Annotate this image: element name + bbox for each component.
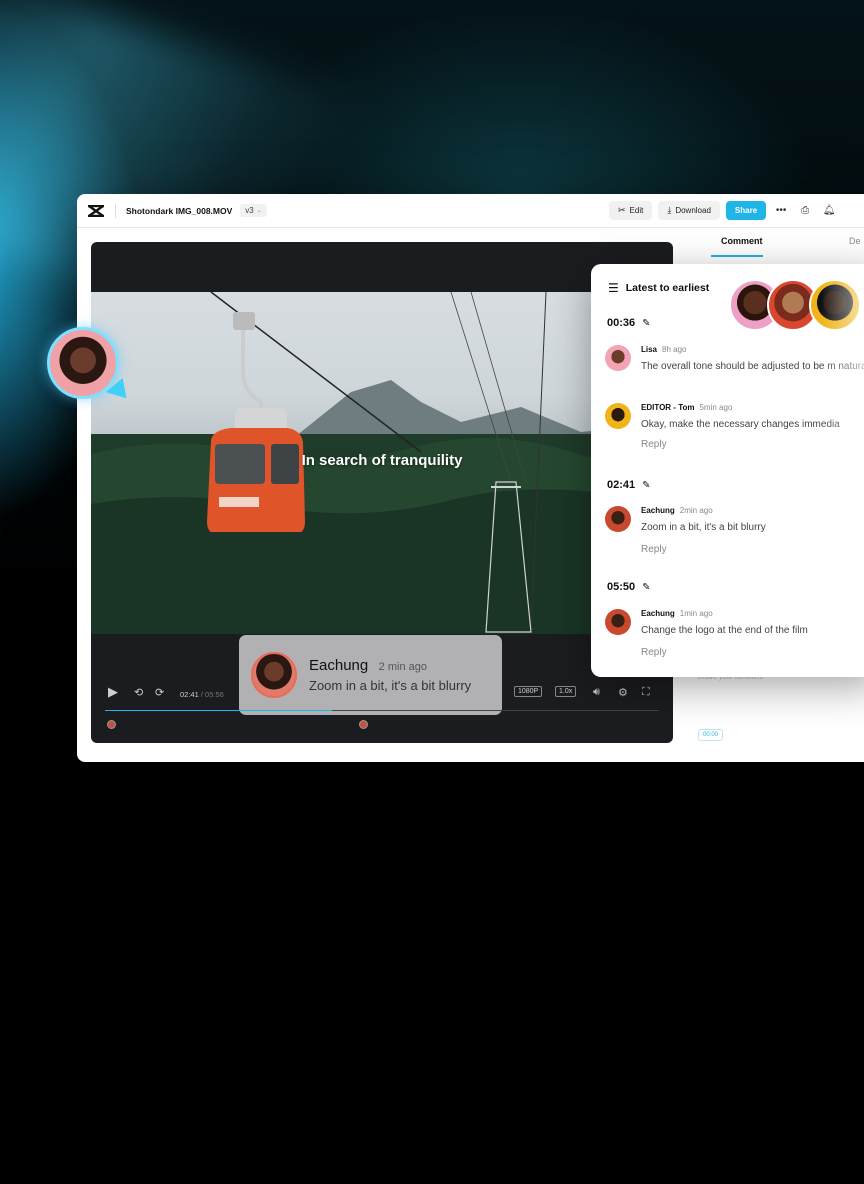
progress-fill — [105, 710, 333, 711]
avatar — [605, 609, 631, 635]
tab-indicator — [711, 255, 763, 257]
sort-control[interactable]: ☰ Latest to earliest — [608, 281, 709, 295]
download-label: Download — [675, 206, 711, 215]
reply-link[interactable]: Reply — [641, 439, 667, 450]
section-time-label: 00:36 — [607, 317, 636, 329]
share-label: Share — [734, 206, 758, 215]
comment-marker[interactable] — [359, 720, 368, 729]
comment-text: Okay, make the necessary changes immedia — [641, 419, 840, 430]
forward-icon[interactable]: ⟳ — [155, 686, 164, 699]
comment-header: Eachung 2min ago — [641, 506, 713, 515]
time-chip[interactable]: 00:00 — [698, 729, 724, 741]
comment-header: Eachung 1min ago — [641, 609, 713, 618]
cable-car — [207, 312, 305, 532]
quality-button[interactable]: 1080P — [514, 686, 543, 697]
file-name: Shotondark IMG_008.MOV — [126, 205, 233, 216]
comment-time: 2 min ago — [378, 661, 427, 673]
rewind-icon[interactable]: ⟲ — [134, 686, 143, 699]
section-timestamp[interactable]: 02:41 ✎ — [607, 479, 651, 491]
version-label: v3 — [245, 206, 254, 215]
current-time: 02:41 — [180, 690, 199, 699]
section-timestamp[interactable]: 00:36 ✎ — [607, 317, 651, 329]
speed-button[interactable]: 1.0x — [555, 686, 577, 697]
comment-author: Eachung — [309, 657, 369, 674]
reply-link[interactable]: Reply — [641, 544, 667, 555]
comment-author: EDITOR - Tom — [641, 403, 695, 412]
timecode: 02:41 / 05:56 — [180, 690, 224, 699]
version-select[interactable]: v3 ⌄ — [240, 204, 267, 217]
comment-author: Eachung — [641, 506, 675, 515]
comment-header: Lisa 8h ago — [641, 345, 686, 354]
video-caption: In search of tranquility — [301, 452, 463, 469]
section-time-label: 05:50 — [607, 581, 636, 593]
fullscreen-icon[interactable]: ⛶ — [642, 686, 650, 699]
avatar — [809, 279, 861, 331]
avatar-group — [729, 279, 864, 331]
comment-time: 5min ago — [699, 403, 733, 412]
sort-icon: ☰ — [608, 281, 619, 295]
avatar — [605, 345, 631, 371]
bell-icon[interactable]: 🔔︎ — [820, 201, 838, 220]
comment-text: Zoom in a bit, it's a bit blurry — [641, 522, 766, 533]
reply-link[interactable]: Reply — [641, 647, 667, 658]
settings-icon[interactable]: ⚙ — [618, 686, 628, 699]
comment-popup: ☰ Latest to earliest 00:36 ✎ Lisa 8h ago … — [591, 264, 864, 677]
side-panel-tabs: Comment De — [687, 228, 864, 258]
top-bar: Shotondark IMG_008.MOV v3 ⌄ ✂ Edit ⤓ Dow… — [77, 194, 864, 228]
pencil-icon: ✎ — [642, 581, 651, 593]
play-icon[interactable]: ▶ — [108, 684, 118, 700]
total-time: / 05:56 — [200, 690, 224, 699]
capcut-logo-icon[interactable] — [87, 204, 105, 218]
toolbar-actions: ✂ Edit ⤓ Download Share ••• ⎙ 🔔︎ — [609, 201, 838, 220]
edit-label: Edit — [629, 206, 644, 215]
avatar — [605, 403, 631, 429]
comment-text: Change the logo at the end of the film — [641, 625, 808, 636]
download-button[interactable]: ⤓ Download — [658, 201, 720, 220]
video-player: In search of tranquility Eachung 2 min a… — [91, 242, 673, 743]
video-frame[interactable]: In search of tranquility — [91, 292, 673, 634]
comment-marker[interactable] — [107, 720, 116, 729]
user-avatar-bubble[interactable] — [47, 327, 119, 399]
print-icon[interactable]: ⎙ — [796, 201, 814, 220]
section-time-label: 02:41 — [607, 479, 636, 491]
pencil-icon: ✎ — [642, 317, 651, 329]
comment-header: EDITOR - Tom 5min ago — [641, 403, 732, 412]
avatar — [605, 506, 631, 532]
volume-icon[interactable]: 🔊︎ — [593, 686, 600, 699]
sort-label: Latest to earliest — [625, 282, 710, 294]
pencil-icon: ✎ — [642, 479, 651, 491]
divider — [115, 203, 116, 218]
comment-time: 2min ago — [679, 506, 713, 515]
comment-time: 1min ago — [679, 609, 713, 618]
tab-detail[interactable]: De — [849, 236, 861, 246]
comment-text: The overall tone should be adjusted to b… — [641, 361, 864, 372]
section-timestamp[interactable]: 05:50 ✎ — [607, 581, 651, 593]
scissors-icon: ✂ — [618, 205, 626, 215]
player-controls: ▶ ⟲ ⟳ 02:41 / 05:56 1080P 1.0x 🔊︎ ⚙ ⛶ — [91, 678, 673, 708]
chevron-down-icon: ⌄ — [256, 208, 262, 214]
tab-comment[interactable]: Comment — [721, 236, 763, 246]
comment-author: Lisa — [641, 345, 658, 354]
share-button[interactable]: Share — [725, 201, 767, 220]
comment-author: Eachung — [641, 609, 675, 618]
more-icon[interactable]: ••• — [772, 201, 790, 220]
download-icon: ⤓ — [667, 205, 672, 215]
comment-time: 8h ago — [662, 345, 687, 354]
edit-button[interactable]: ✂ Edit — [609, 201, 653, 220]
